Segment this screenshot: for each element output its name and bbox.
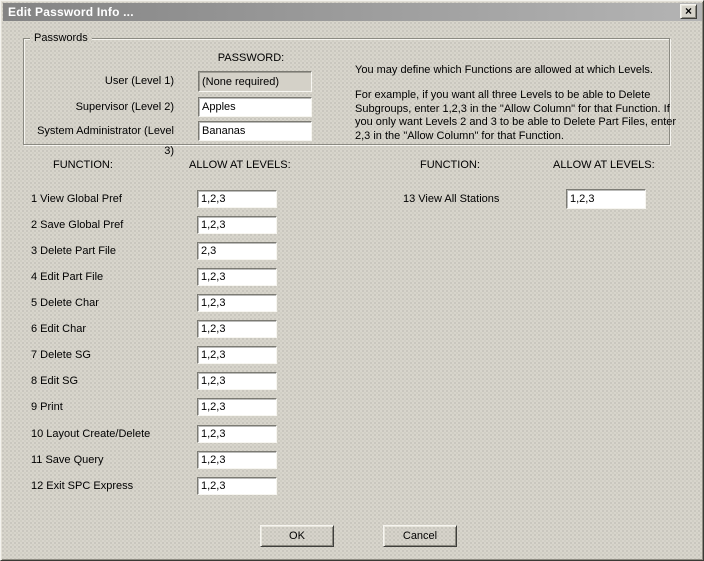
allow-levels-input[interactable] [197,398,277,416]
allow-levels-input[interactable] [197,216,277,234]
function-label: 11 Save Query [31,451,104,469]
allow-levels-input[interactable] [197,477,277,495]
user-level1-label: User (Level 1) [32,71,174,92]
allow-levels-input[interactable] [197,268,277,286]
function-header-right: FUNCTION: [420,159,480,172]
function-label: 1 View Global Pref [31,190,122,208]
function-label: 9 Print [31,398,63,416]
function-label: 12 Exit SPC Express [31,477,133,495]
function-label: 7 Delete SG [31,346,91,364]
function-label: 2 Save Global Pref [31,216,123,234]
allow-levels-input[interactable] [197,294,277,312]
allow-levels-header-left: ALLOW AT LEVELS: [189,159,291,172]
function-label: 5 Delete Char [31,294,99,312]
function-label: 13 View All Stations [403,189,499,209]
title-bar: Edit Password Info ... × [3,3,702,21]
edit-password-info-dialog: Edit Password Info ... × Passwords PASSW… [0,0,704,561]
cancel-button[interactable]: Cancel [383,525,457,547]
allow-levels-input[interactable] [197,346,277,364]
function-header-left: FUNCTION: [53,159,113,172]
ok-button[interactable]: OK [260,525,334,547]
allow-levels-input[interactable] [197,372,277,390]
system-admin-level3-password-input[interactable] [198,121,312,141]
user-level1-password-input [198,71,312,92]
passwords-groupbox: Passwords PASSWORD: User (Level 1) Super… [23,38,670,145]
help-text-paragraph: For example, if you want all three Level… [355,89,677,143]
supervisor-level2-label: Supervisor (Level 2) [32,97,174,117]
allow-levels-input[interactable] [197,451,277,469]
close-button[interactable]: × [680,4,697,19]
password-column-header: PASSWORD: [176,52,326,64]
allow-levels-input[interactable] [197,242,277,260]
allow-levels-input[interactable] [566,189,646,209]
allow-levels-input[interactable] [197,425,277,443]
allow-levels-header-right: ALLOW AT LEVELS: [553,159,655,172]
allow-levels-input[interactable] [197,190,277,208]
help-text-line1: You may define which Functions are allow… [355,64,677,77]
supervisor-level2-password-input[interactable] [198,97,312,117]
allow-levels-input[interactable] [197,320,277,338]
function-label: 3 Delete Part File [31,242,116,260]
function-label: 10 Layout Create/Delete [31,425,150,443]
passwords-legend: Passwords [30,32,92,45]
help-text: You may define which Functions are allow… [355,64,677,143]
system-admin-level3-label: System Administrator (Level 3) [32,121,174,161]
function-label: 6 Edit Char [31,320,86,338]
window-title: Edit Password Info ... [8,5,134,19]
function-label: 4 Edit Part File [31,268,103,286]
function-label: 8 Edit SG [31,372,78,390]
close-icon: × [685,6,692,17]
